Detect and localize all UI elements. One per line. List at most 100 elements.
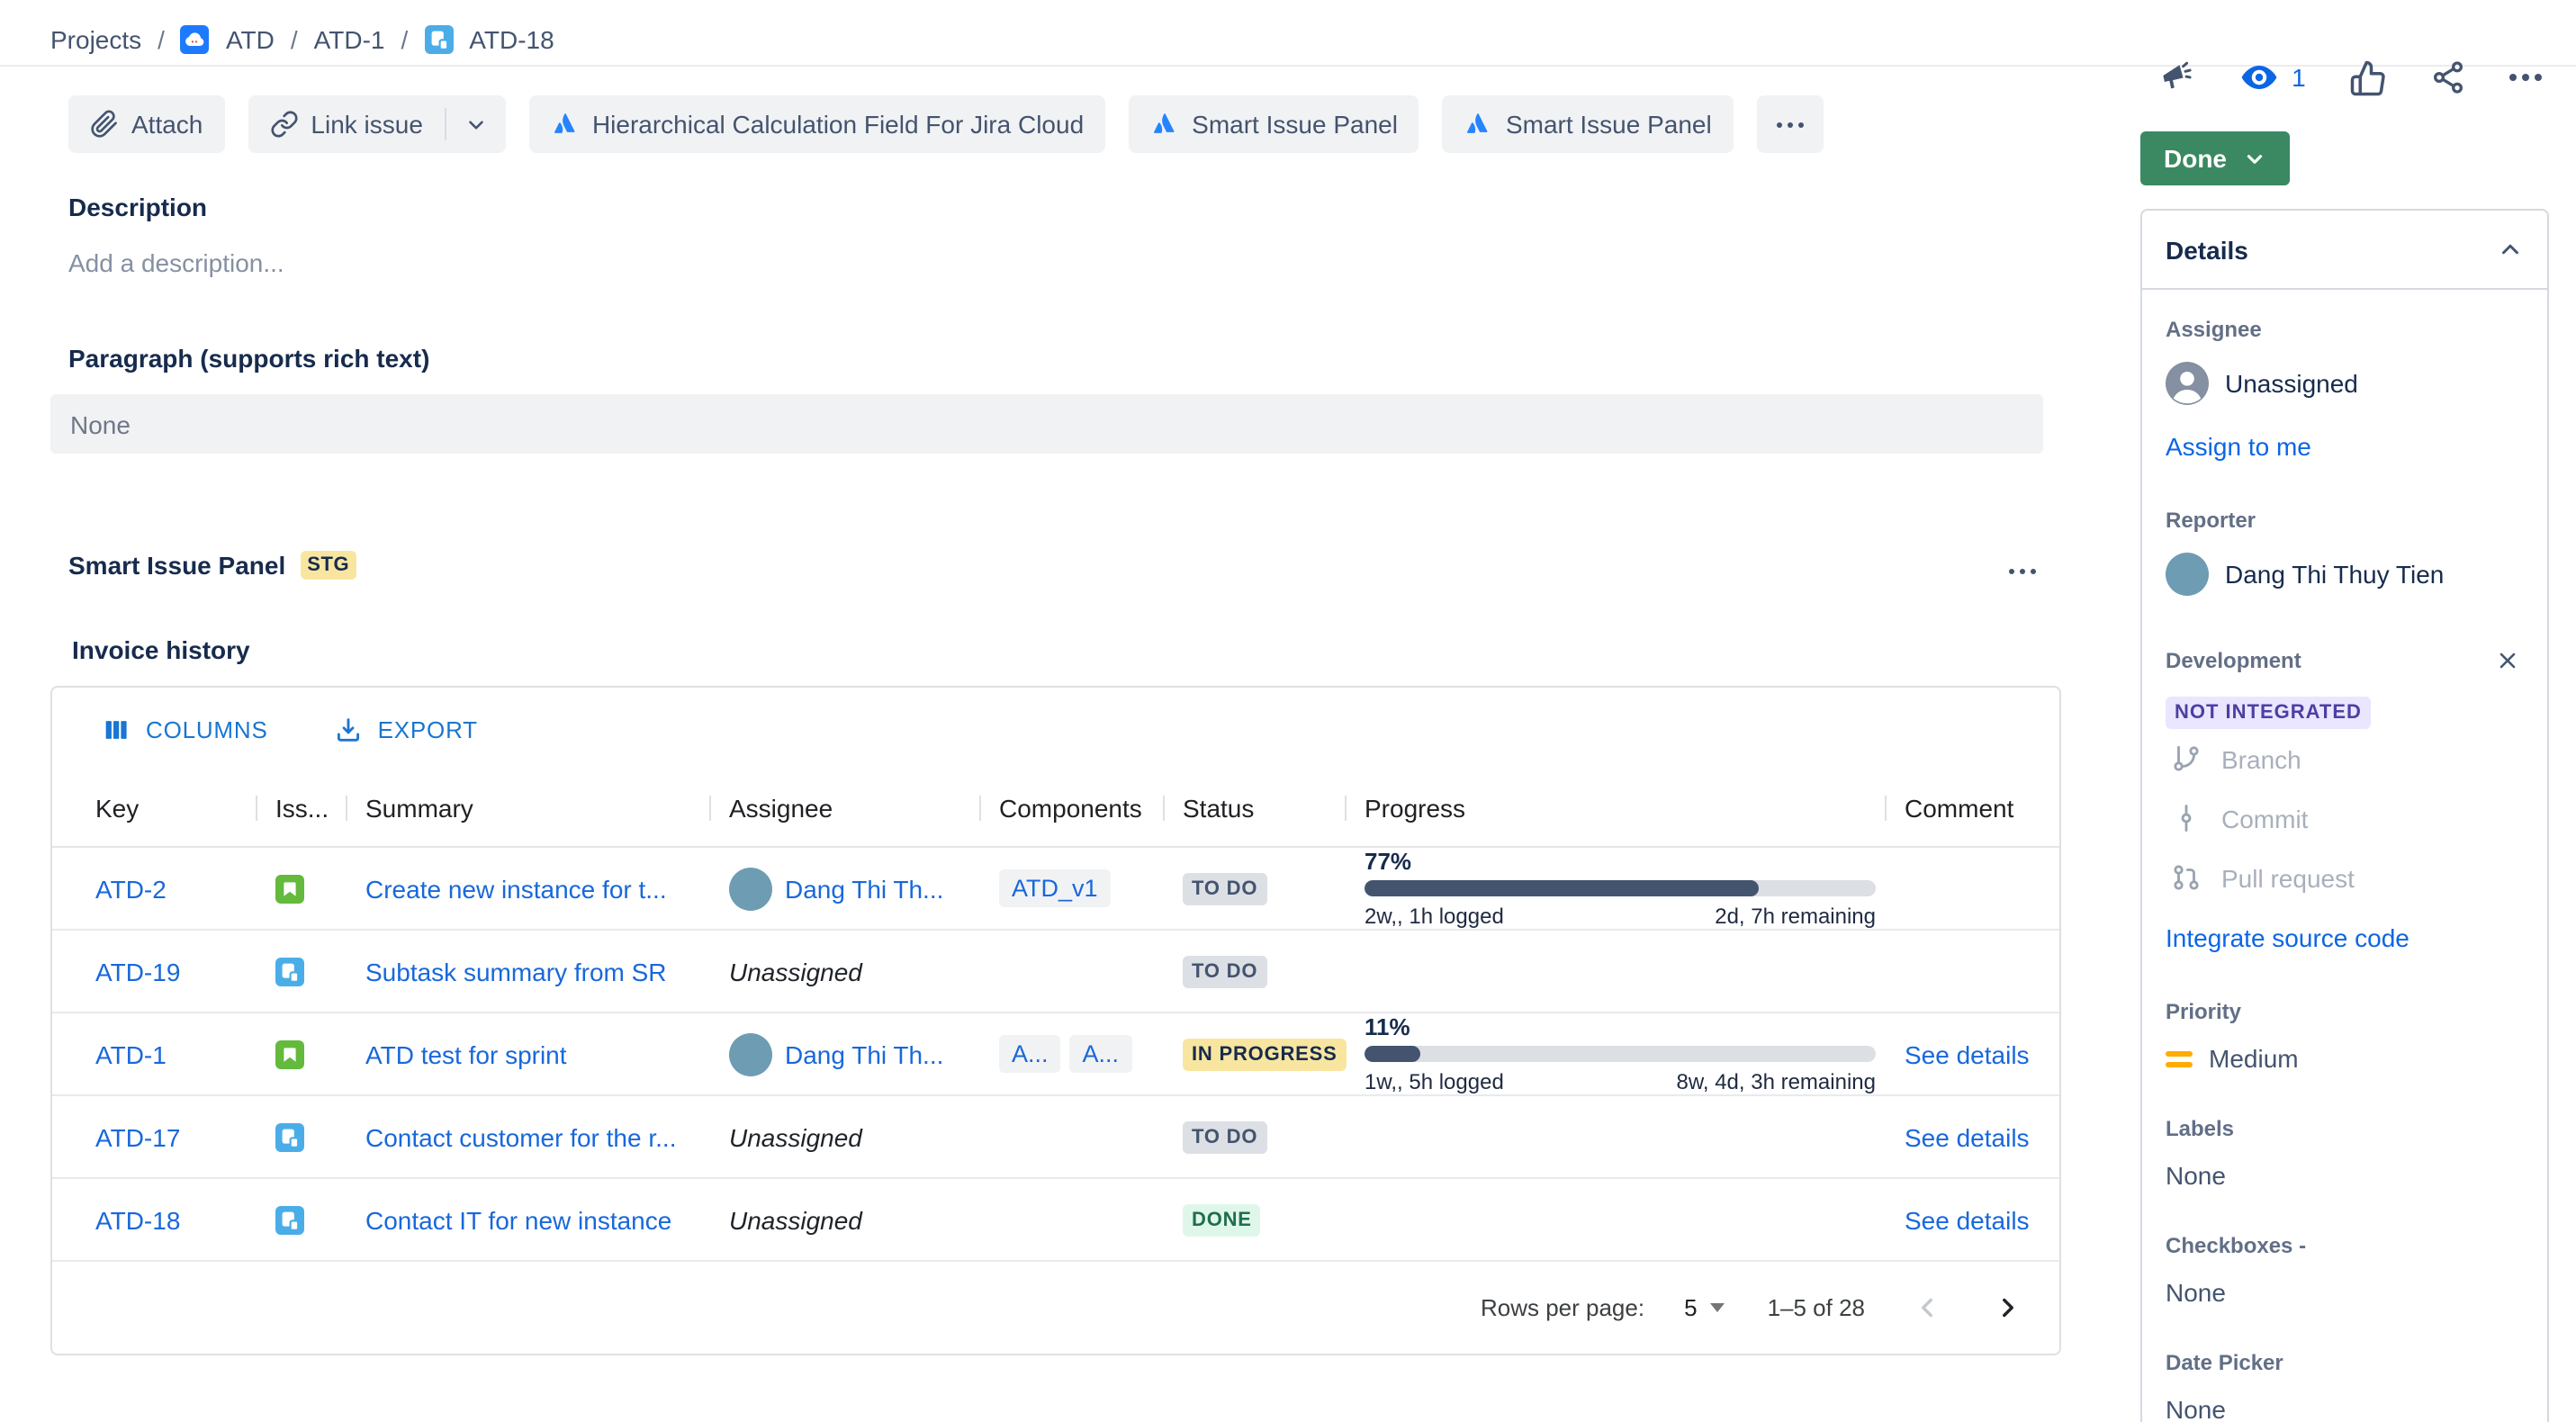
integrate-source-code-link[interactable]: Integrate source code bbox=[2166, 923, 2409, 952]
link-issue-label: Link issue bbox=[311, 110, 423, 139]
checkboxes-field[interactable]: None bbox=[2166, 1278, 2524, 1307]
app-button-smart-issue-panel-2[interactable]: Smart Issue Panel bbox=[1443, 95, 1734, 153]
description-placeholder[interactable]: Add a description... bbox=[68, 248, 2061, 277]
breadcrumb-separator: / bbox=[291, 25, 298, 54]
column-header-comment[interactable]: Comment bbox=[1905, 794, 2059, 823]
breadcrumb-projects-link[interactable]: Projects bbox=[50, 25, 141, 54]
commit-label: Commit bbox=[2221, 804, 2308, 832]
pull-request-label: Pull request bbox=[2221, 863, 2355, 892]
avatar bbox=[729, 1032, 772, 1076]
column-header-progress[interactable]: Progress bbox=[1365, 794, 1905, 823]
issue-key-link[interactable]: ATD-1 bbox=[95, 1040, 167, 1068]
date-picker-label: Date Picker bbox=[2166, 1350, 2524, 1375]
component-chip[interactable]: ATD_v1 bbox=[999, 869, 1111, 908]
export-label: EXPORT bbox=[378, 716, 478, 742]
paperclip-icon bbox=[90, 110, 119, 139]
assign-to-me-link[interactable]: Assign to me bbox=[2166, 432, 2311, 461]
create-branch-item[interactable]: Branch bbox=[2166, 729, 2524, 788]
more-apps-button[interactable] bbox=[1757, 95, 1824, 153]
chevron-up-icon bbox=[2497, 236, 2524, 263]
branch-icon bbox=[2171, 743, 2202, 774]
priority-field[interactable]: Medium bbox=[2166, 1044, 2524, 1073]
next-page-button[interactable] bbox=[1989, 1289, 2027, 1327]
breadcrumb-current-issue-link[interactable]: ATD-18 bbox=[469, 25, 554, 54]
assignee-link[interactable]: Dang Thi Th... bbox=[785, 874, 943, 903]
status-done-button[interactable]: Done bbox=[2140, 131, 2290, 185]
see-details-link[interactable]: See details bbox=[1905, 1205, 2030, 1234]
progress-bar bbox=[1365, 1046, 1876, 1062]
share-icon bbox=[2430, 59, 2466, 95]
breadcrumb-project-link[interactable]: ATD bbox=[226, 25, 275, 54]
close-icon[interactable] bbox=[2491, 644, 2524, 677]
smart-issue-panel-header: Smart Issue Panel STG bbox=[50, 544, 2043, 587]
column-header-key[interactable]: Key bbox=[52, 794, 275, 823]
issue-key-link[interactable]: ATD-2 bbox=[95, 874, 167, 903]
issue-summary-link[interactable]: ATD test for sprint bbox=[365, 1040, 567, 1068]
column-header-components[interactable]: Components bbox=[999, 794, 1183, 823]
share-button[interactable] bbox=[2430, 59, 2466, 95]
assignee-link[interactable]: Dang Thi Th... bbox=[785, 1040, 943, 1068]
issue-key-link[interactable]: ATD-19 bbox=[95, 957, 180, 986]
export-button[interactable]: EXPORT bbox=[322, 712, 489, 746]
create-pull-request-item[interactable]: Pull request bbox=[2166, 848, 2524, 907]
issue-key-link[interactable]: ATD-17 bbox=[95, 1122, 180, 1151]
subtask-icon bbox=[275, 1122, 304, 1151]
issue-summary-link[interactable]: Contact customer for the r... bbox=[365, 1122, 677, 1151]
columns-button[interactable]: COLUMNS bbox=[90, 712, 279, 746]
vote-button[interactable] bbox=[2349, 58, 2387, 96]
component-chip[interactable]: A... bbox=[999, 1035, 1061, 1074]
person-icon bbox=[2166, 362, 2209, 405]
subtask-icon bbox=[424, 25, 453, 54]
issue-summary-link[interactable]: Create new instance for t... bbox=[365, 874, 667, 903]
date-picker-field[interactable]: None bbox=[2166, 1395, 2524, 1422]
attach-button[interactable]: Attach bbox=[68, 95, 224, 153]
details-panel-header[interactable]: Details bbox=[2142, 211, 2547, 290]
invoice-history-table: COLUMNS EXPORT Key Iss... Summary Assign… bbox=[50, 686, 2061, 1355]
column-header-summary[interactable]: Summary bbox=[365, 794, 729, 823]
progress-logged: 1w,, 5h logged bbox=[1365, 1069, 1504, 1094]
attach-label: Attach bbox=[131, 110, 203, 139]
previous-page-button[interactable] bbox=[1908, 1289, 1946, 1327]
column-header-assignee[interactable]: Assignee bbox=[729, 794, 999, 823]
table-row: ATD-1 ATD test for sprint Dang Thi Th...… bbox=[52, 1013, 2059, 1096]
panel-more-button[interactable] bbox=[2002, 544, 2043, 587]
component-chip[interactable]: A... bbox=[1070, 1035, 1132, 1074]
component-link[interactable]: A... bbox=[1012, 1040, 1049, 1067]
chevron-left-icon bbox=[1912, 1292, 1942, 1323]
see-details-link[interactable]: See details bbox=[1905, 1040, 2030, 1068]
development-label: Development bbox=[2166, 648, 2301, 673]
labels-value: None bbox=[2166, 1161, 2226, 1190]
issue-summary-link[interactable]: Contact IT for new instance bbox=[365, 1205, 671, 1234]
status-badge: TO DO bbox=[1183, 1120, 1266, 1153]
labels-field[interactable]: None bbox=[2166, 1161, 2524, 1190]
column-header-status[interactable]: Status bbox=[1183, 794, 1365, 823]
more-actions-button[interactable] bbox=[2509, 74, 2542, 81]
feedback-button[interactable] bbox=[2157, 58, 2194, 96]
watch-button[interactable]: 1 bbox=[2238, 56, 2306, 99]
column-header-issuetype[interactable]: Iss... bbox=[275, 794, 365, 823]
link-issue-dropdown-button[interactable] bbox=[446, 95, 506, 153]
status-badge: IN PROGRESS bbox=[1183, 1038, 1347, 1070]
labels-label: Labels bbox=[2166, 1116, 2524, 1141]
issue-summary-link[interactable]: Subtask summary from SR bbox=[365, 957, 667, 986]
component-link[interactable]: A... bbox=[1083, 1040, 1120, 1067]
progress-percent: 11% bbox=[1365, 1013, 1876, 1040]
progress-remaining: 2d, 7h remaining bbox=[1715, 904, 1876, 929]
rows-per-page-select[interactable]: 5 bbox=[1684, 1294, 1724, 1321]
columns-label: COLUMNS bbox=[146, 716, 268, 742]
paragraph-field-value[interactable]: None bbox=[50, 394, 2043, 454]
component-link[interactable]: ATD_v1 bbox=[1012, 875, 1098, 902]
reporter-field[interactable]: Dang Thi Thuy Tien bbox=[2166, 553, 2524, 596]
export-icon bbox=[333, 714, 364, 744]
see-details-link[interactable]: See details bbox=[1905, 1122, 2030, 1151]
create-commit-item[interactable]: Commit bbox=[2166, 788, 2524, 848]
link-issue-button[interactable]: Link issue bbox=[248, 95, 445, 153]
app-button-smart-issue-panel-1[interactable]: Smart Issue Panel bbox=[1129, 95, 1419, 153]
assignee-field[interactable]: Unassigned bbox=[2166, 362, 2524, 405]
issue-key-link[interactable]: ATD-18 bbox=[95, 1205, 180, 1234]
breadcrumb-parent-issue-link[interactable]: ATD-1 bbox=[314, 25, 385, 54]
app-button-hierarchical-calculation[interactable]: Hierarchical Calculation Field For Jira … bbox=[529, 95, 1105, 153]
columns-icon bbox=[101, 714, 131, 744]
watch-eye-icon bbox=[2238, 56, 2281, 99]
progress-logged: 2w,, 1h logged bbox=[1365, 904, 1504, 929]
